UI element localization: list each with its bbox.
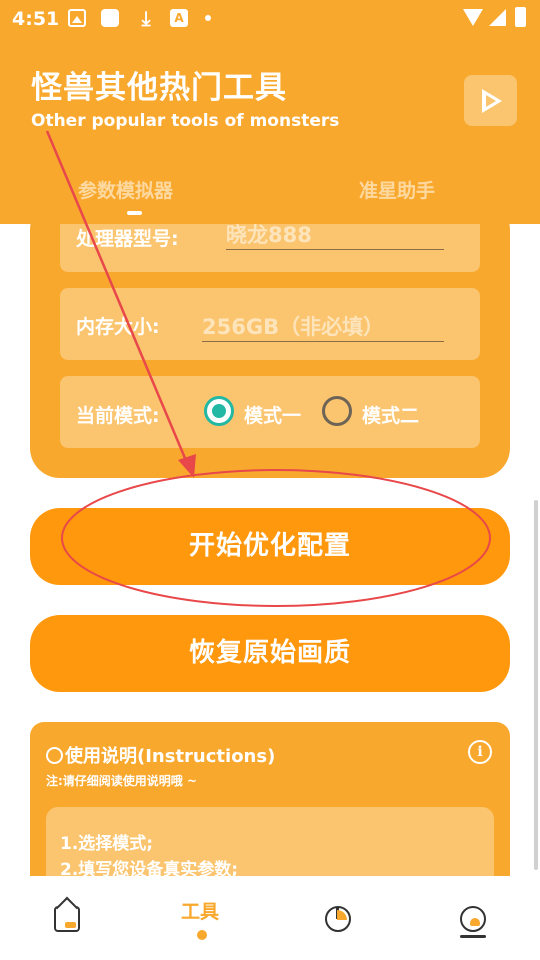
instructions-title-text: 使用说明(Instructions) [65, 746, 276, 767]
mode-two-label[interactable]: 模式二 [362, 401, 419, 428]
memory-input[interactable] [202, 312, 444, 342]
info-icon[interactable]: i [468, 740, 492, 764]
mode-one-label[interactable]: 模式一 [244, 401, 301, 428]
mode-label: 当前模式: [76, 405, 160, 427]
page-subtitle: Other popular tools of monsters [31, 111, 340, 131]
play-store-button[interactable] [464, 75, 517, 126]
restore-quality-button[interactable]: 恢复原始画质 [30, 615, 510, 692]
processor-label: 处理器型号: [76, 228, 179, 250]
tab-indicator [127, 211, 142, 215]
profile-base [460, 935, 486, 938]
dot-icon [205, 15, 211, 21]
nav-profile[interactable] [445, 876, 505, 960]
download-icon: ⤓ [141, 6, 151, 30]
mode-one-radio[interactable] [204, 396, 234, 426]
mode-field: 当前模式: 模式一 模式二 [60, 376, 480, 448]
tab-parameter-simulator[interactable]: 参数模拟器 [78, 176, 173, 203]
nav-tools[interactable]: 工具 [0, 876, 300, 960]
photo-icon [68, 9, 86, 27]
nav-tools-label: 工具 [181, 901, 220, 923]
chart-icon [325, 906, 351, 932]
scrollbar[interactable] [534, 500, 538, 870]
page-title: 怪兽其他热门工具 [31, 70, 287, 106]
status-time: 4:51 [12, 8, 60, 30]
wifi-icon [463, 9, 483, 26]
bottom-nav: 工具 [0, 876, 540, 960]
signal-icon [489, 9, 506, 26]
memory-label: 内存大小: [76, 316, 160, 338]
processor-input[interactable] [226, 220, 444, 250]
status-bar: 4:51 ⤓ A [0, 0, 540, 36]
start-optimize-button[interactable]: 开始优化配置 [30, 508, 510, 585]
nav-active-dot [197, 930, 207, 940]
tab-crosshair-assistant[interactable]: 准星助手 [359, 176, 435, 203]
parameter-card: 处理器型号: 内存大小: 当前模式: 模式一 模式二 [30, 200, 510, 478]
instruction-step: 1.选择模式; [60, 834, 154, 854]
instructions-title: 使用说明(Instructions) [46, 742, 275, 768]
app-square-icon [101, 9, 119, 27]
profile-icon [460, 906, 486, 932]
a-text-icon: A [170, 9, 188, 27]
circle-icon [46, 747, 63, 764]
battery-icon [515, 7, 526, 27]
memory-field: 内存大小: [60, 288, 480, 360]
nav-chart[interactable] [310, 876, 370, 960]
instructions-card: 使用说明(Instructions) 注:请仔细阅读使用说明哦 ~ i 1.选择… [30, 722, 510, 892]
instructions-note: 注:请仔细阅读使用说明哦 ~ [46, 774, 198, 788]
app-header: 怪兽其他热门工具 Other popular tools of monsters… [0, 36, 540, 224]
mode-two-radio[interactable] [322, 396, 352, 426]
